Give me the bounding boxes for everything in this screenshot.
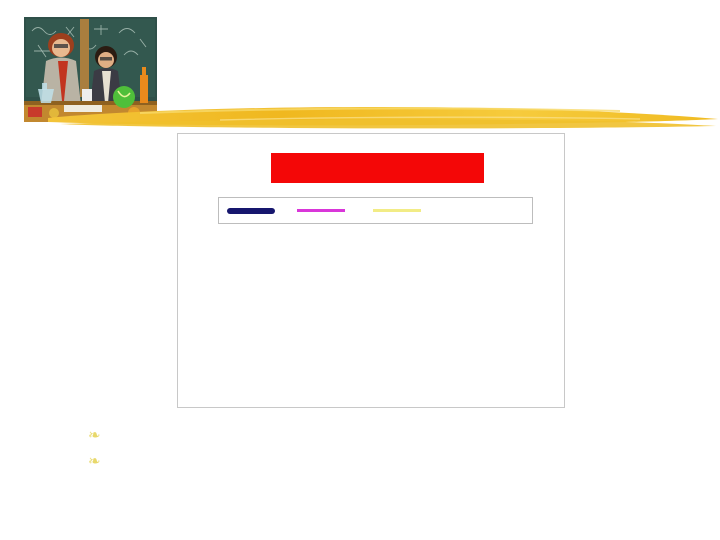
bullet-line-2: ❧: [88, 448, 698, 474]
bullet-marker-icon: ❧: [88, 452, 101, 470]
distance-time-plot-svg: [178, 229, 566, 404]
legend-item-medium: [219, 207, 275, 214]
brush-stroke-decoration: [20, 96, 720, 136]
bullet-marker-icon: ❧: [88, 426, 101, 444]
constant-speed-banner: [271, 153, 484, 183]
legend-swatch-medium-icon: [227, 207, 275, 214]
distance-time-plot: [178, 229, 566, 404]
answers-panel: [578, 160, 714, 178]
chart-legend: [218, 197, 533, 224]
legend-item-faster: [353, 209, 429, 212]
bullet-line-1: ❧: [88, 422, 698, 448]
summary-bullets: ❧ ❧: [88, 422, 698, 474]
legend-swatch-faster-icon: [373, 209, 421, 212]
legend-item-slower: [275, 209, 353, 212]
legend-swatch-slower-icon: [297, 209, 345, 212]
brush-stroke-svg: [48, 107, 718, 129]
chart-panel: [177, 133, 565, 408]
